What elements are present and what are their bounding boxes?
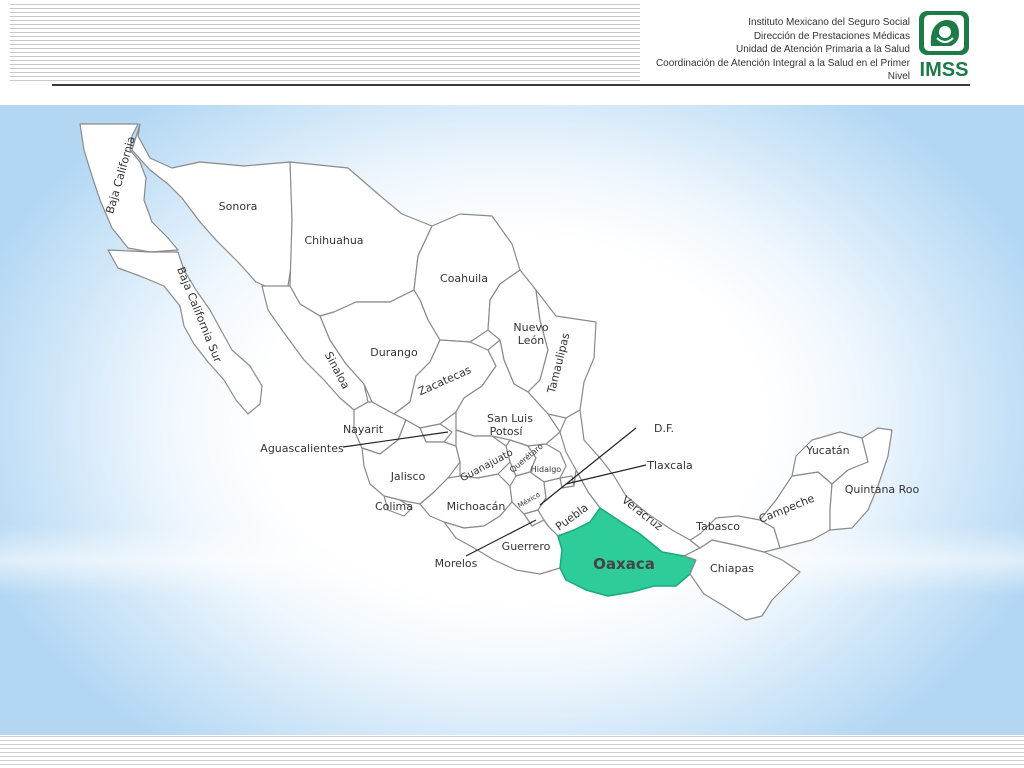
label-tlaxcala: Tlaxcala <box>646 459 692 472</box>
label-coahuila: Coahuila <box>440 272 488 285</box>
label-jalisco: Jalisco <box>390 470 426 483</box>
label-san-luis-potosi-1: San Luis <box>487 412 533 425</box>
label-oaxaca: Oaxaca <box>593 555 655 573</box>
label-sonora: Sonora <box>219 200 258 213</box>
state-chiapas <box>683 539 801 621</box>
label-guerrero: Guerrero <box>502 540 551 553</box>
label-durango: Durango <box>370 346 418 359</box>
label-nayarit: Nayarit <box>343 423 384 436</box>
label-nuevo-leon-1: Nuevo <box>513 321 548 334</box>
label-df: D.F. <box>654 422 674 435</box>
label-aguascalientes: Aguascalientes <box>260 442 344 455</box>
label-hidalgo: Hidalgo <box>531 465 562 474</box>
label-colima: Colima <box>375 500 413 513</box>
label-michoacan: Michoacán <box>447 500 506 513</box>
label-nuevo-leon-2: León <box>518 334 544 347</box>
label-san-luis-potosi-2: Potosí <box>490 425 524 438</box>
label-chihuahua: Chihuahua <box>304 234 363 247</box>
label-tabasco: Tabasco <box>695 520 740 533</box>
label-yucatan: Yucatán <box>805 444 849 457</box>
label-morelos: Morelos <box>435 557 478 570</box>
footer-decoration-lines <box>0 736 1024 768</box>
mexico-map: Baja California Baja California Sur Sono… <box>79 123 920 621</box>
label-chiapas: Chiapas <box>710 562 754 575</box>
label-quintana-roo: Quintana Roo <box>845 483 920 496</box>
